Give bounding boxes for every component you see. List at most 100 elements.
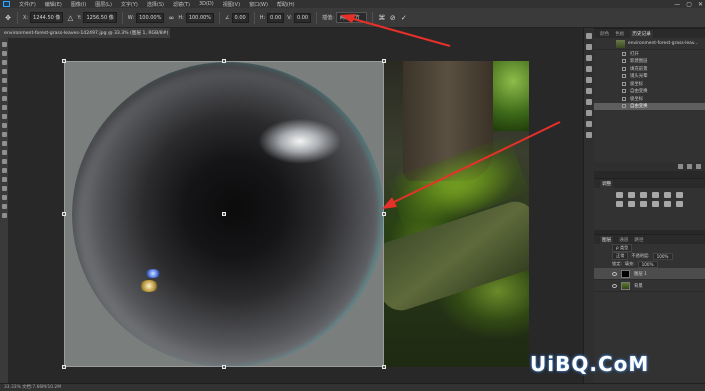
quick-select-tool-icon[interactable] <box>1 69 7 74</box>
menu-edit[interactable]: 编辑(E) <box>45 1 62 8</box>
menu-view[interactable]: 视图(V) <box>223 1 240 8</box>
type-tool-icon[interactable] <box>1 177 7 182</box>
opacity-input[interactable]: 100% <box>652 252 673 260</box>
history-snapshot[interactable]: environment-forest-grass-leav... <box>594 38 705 50</box>
channel-mixer-icon[interactable] <box>652 201 659 207</box>
relative-position-icon[interactable]: △ <box>66 14 74 22</box>
paragraph-icon[interactable] <box>586 77 592 83</box>
eraser-tool-icon[interactable] <box>1 132 7 137</box>
camera-snapshot-icon[interactable] <box>687 164 692 169</box>
maximize-icon[interactable]: ▢ <box>686 1 692 8</box>
menu-file[interactable]: 文件(F) <box>19 1 36 8</box>
levels-icon[interactable] <box>628 192 635 198</box>
warp-icon[interactable]: ⌘ <box>378 14 386 22</box>
x-input[interactable]: 1244.50 像 <box>30 12 64 23</box>
tab-swatches[interactable]: 色板 <box>615 31 624 37</box>
history-item[interactable]: 打开 <box>594 50 705 58</box>
history-item[interactable]: 极坐标 <box>594 80 705 88</box>
history-item[interactable]: 镜头光晕 <box>594 73 705 81</box>
pen-tool-icon[interactable] <box>1 168 7 173</box>
character-icon[interactable] <box>586 66 592 72</box>
menu-window[interactable]: 窗口(W) <box>249 1 268 8</box>
crop-tool-icon[interactable] <box>1 78 7 83</box>
menu-layer[interactable]: 图层(L) <box>95 1 112 8</box>
menu-image[interactable]: 图像(I) <box>71 1 86 8</box>
transform-handle-center[interactable] <box>222 212 226 216</box>
blur-tool-icon[interactable] <box>1 150 7 155</box>
trash-icon[interactable] <box>696 164 701 169</box>
invert-icon[interactable] <box>676 201 683 207</box>
shape-tool-icon[interactable] <box>1 195 7 200</box>
hue-saturation-icon[interactable] <box>676 192 683 198</box>
brush-presets-icon[interactable] <box>586 55 592 61</box>
move-tool-icon[interactable]: ✥ <box>4 14 12 22</box>
hand-tool-icon[interactable] <box>1 204 7 209</box>
history-item[interactable]: 填充前景 <box>594 65 705 73</box>
exposure-icon[interactable] <box>652 192 659 198</box>
history-item-active[interactable]: 自由变换 <box>594 102 705 110</box>
photo-filter-icon[interactable] <box>640 201 647 207</box>
close-icon[interactable]: ✕ <box>698 1 703 8</box>
document-tab[interactable]: environment-forest-grass-leaves-142497.j… <box>0 28 170 38</box>
h-input[interactable]: 100.00% <box>185 12 215 23</box>
commit-checkmark-icon[interactable]: ✓ <box>400 14 408 22</box>
link-icon[interactable]: ∞ <box>167 14 175 22</box>
zoom-tool-icon[interactable] <box>1 213 7 218</box>
transform-handle-l[interactable] <box>62 212 66 216</box>
history-item[interactable]: 自由变换 <box>594 88 705 96</box>
tab-channels[interactable]: 通道 <box>619 237 628 243</box>
fill-input[interactable]: 100% <box>637 260 658 268</box>
brush-tool-icon[interactable] <box>1 105 7 110</box>
color-balance-icon[interactable] <box>616 201 623 207</box>
color-lookup-icon[interactable] <box>664 201 671 207</box>
clone-stamp-tool-icon[interactable] <box>1 114 7 119</box>
new-document-from-state-icon[interactable] <box>678 164 683 169</box>
v-skew-input[interactable]: 0.00 <box>293 12 312 23</box>
healing-brush-tool-icon[interactable] <box>1 96 7 101</box>
minimize-icon[interactable]: — <box>674 1 680 8</box>
menu-3d[interactable]: 3D(D) <box>199 1 214 7</box>
vibrance-icon[interactable] <box>664 192 671 198</box>
lasso-tool-icon[interactable] <box>1 60 7 65</box>
layer-row[interactable]: 背景 <box>594 280 705 292</box>
canvas-area[interactable] <box>8 38 583 383</box>
actions-icon[interactable] <box>586 132 592 138</box>
history-item[interactable]: 极坐标 <box>594 95 705 103</box>
transform-handle-tr[interactable] <box>382 59 386 63</box>
info-icon[interactable] <box>586 110 592 116</box>
history-brush-tool-icon[interactable] <box>1 123 7 128</box>
eye-visibility-icon[interactable] <box>612 271 617 276</box>
brightness-contrast-icon[interactable] <box>616 192 623 198</box>
tab-color[interactable]: 颜色 <box>600 31 609 37</box>
w-input[interactable]: 100.00% <box>136 12 165 23</box>
y-input[interactable]: 1256.50 像 <box>83 12 117 23</box>
angle-input[interactable]: 0.00 <box>231 12 249 23</box>
menu-filter[interactable]: 滤镜(T) <box>173 1 190 8</box>
transform-handle-tl[interactable] <box>62 59 66 63</box>
transform-handle-bl[interactable] <box>62 365 66 369</box>
curves-icon[interactable] <box>640 192 647 198</box>
history-item[interactable]: 新建图层 <box>594 58 705 66</box>
dodge-tool-icon[interactable] <box>1 159 7 164</box>
layer-kind-select[interactable]: ρ 类型 <box>612 244 633 252</box>
blend-mode-select[interactable]: 正常 <box>612 252 629 260</box>
interpolation-select[interactable]: 两次立方 <box>335 12 367 23</box>
eyedropper-tool-icon[interactable] <box>1 87 7 92</box>
properties-icon[interactable] <box>586 99 592 105</box>
marquee-tool-icon[interactable] <box>1 51 7 56</box>
black-white-icon[interactable] <box>628 201 635 207</box>
tab-history[interactable]: 历史记录 <box>630 29 653 38</box>
menu-help[interactable]: 帮助(H) <box>277 1 295 8</box>
move-tool-icon[interactable] <box>1 42 7 47</box>
eye-visibility-icon[interactable] <box>612 283 617 288</box>
transform-handle-br[interactable] <box>382 365 386 369</box>
swatches-icon[interactable] <box>586 88 592 94</box>
gradient-tool-icon[interactable] <box>1 141 7 146</box>
tab-adjustments[interactable]: 调整 <box>600 179 614 188</box>
h-skew-input[interactable]: 0.00 <box>267 12 285 23</box>
menu-type[interactable]: 文字(Y) <box>121 1 138 8</box>
path-select-tool-icon[interactable] <box>1 186 7 191</box>
transform-handle-t[interactable] <box>222 59 226 63</box>
layer-row-active[interactable]: 图层 1 <box>594 268 705 280</box>
cancel-transform-icon[interactable]: ⊘ <box>389 14 397 22</box>
